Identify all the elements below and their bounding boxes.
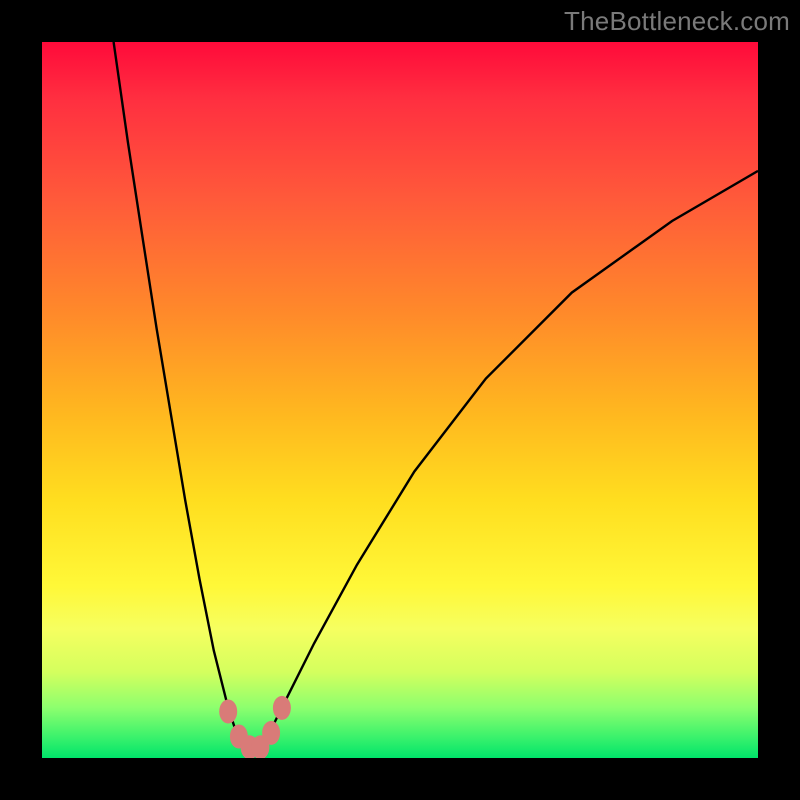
bottleneck-curve-path bbox=[114, 42, 758, 751]
curve-marker bbox=[262, 721, 280, 745]
curve-layer bbox=[42, 42, 758, 758]
plot-area bbox=[42, 42, 758, 758]
curve-marker bbox=[273, 696, 291, 720]
curve-marker bbox=[219, 700, 237, 724]
watermark-text: TheBottleneck.com bbox=[564, 6, 790, 37]
chart-frame: TheBottleneck.com bbox=[0, 0, 800, 800]
curve-markers bbox=[219, 696, 291, 758]
